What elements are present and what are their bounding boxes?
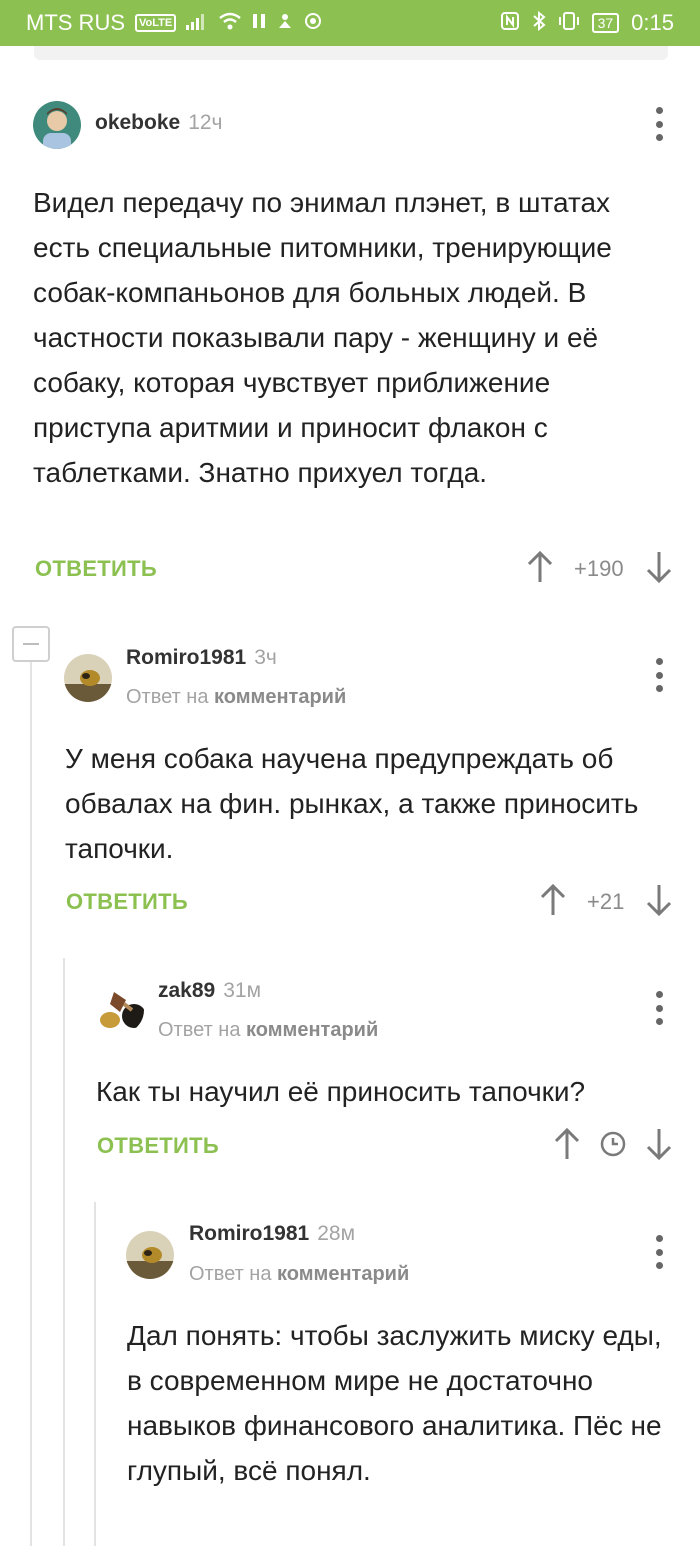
- reply-button[interactable]: ОТВЕТИТЬ: [97, 1133, 219, 1159]
- avatar[interactable]: [126, 1231, 174, 1279]
- comment-author[interactable]: zak89 31м: [158, 979, 261, 1003]
- reply-to-label: Ответ на комментарий: [126, 686, 347, 708]
- upvote-icon[interactable]: [554, 1127, 580, 1165]
- upvote-icon[interactable]: [527, 550, 553, 588]
- volte-badge: VoLTE: [135, 14, 177, 32]
- reply-button[interactable]: ОТВЕТИТЬ: [35, 556, 157, 582]
- notification-icon: [276, 12, 294, 35]
- reply-to-link[interactable]: комментарий: [246, 1019, 378, 1041]
- carrier-name: MTS RUS: [26, 10, 125, 35]
- collapse-thread-button[interactable]: [12, 626, 50, 662]
- comment-score: +21: [587, 889, 625, 914]
- comment-text: Дал понять: чтобы заслужить миску еды, в…: [127, 1320, 662, 1486]
- wifi-icon: [218, 12, 242, 35]
- comment-time: 3ч: [254, 646, 277, 669]
- comment-author[interactable]: Romiro1981 28м: [189, 1222, 355, 1246]
- downvote-icon[interactable]: [646, 551, 672, 588]
- thread-line: [94, 1202, 96, 1546]
- reply-to-label: Ответ на комментарий: [158, 1019, 379, 1041]
- comment-time: 31м: [223, 979, 262, 1002]
- more-options-icon[interactable]: [654, 1235, 664, 1269]
- reply-button[interactable]: ОТВЕТИТЬ: [66, 889, 188, 915]
- signal-icon: [186, 12, 208, 35]
- vibrate-icon: [558, 11, 580, 36]
- nfc-icon: [500, 11, 520, 36]
- avatar[interactable]: [33, 101, 81, 149]
- more-options-icon[interactable]: [654, 107, 664, 141]
- comment-time: 12ч: [188, 111, 223, 134]
- clock: 0:15: [631, 10, 674, 35]
- bluetooth-icon: [532, 10, 546, 36]
- comment-score: +190: [574, 556, 624, 581]
- clock-icon: [600, 1131, 626, 1162]
- reply-to-label: Ответ на комментарий: [189, 1263, 410, 1285]
- previous-card-edge: [34, 46, 668, 60]
- comment-text: Как ты научил её приносить тапочки?: [96, 1076, 586, 1107]
- comment-text: Видел передачу по энимал плэнет, в штата…: [33, 187, 612, 488]
- avatar[interactable]: [96, 986, 144, 1034]
- upvote-icon[interactable]: [540, 883, 566, 921]
- downvote-icon[interactable]: [646, 884, 672, 921]
- pause-icon: [252, 13, 266, 34]
- status-bar: MTS RUS VoLTE 37 0:15: [0, 0, 700, 46]
- reply-to-link[interactable]: комментарий: [277, 1263, 409, 1285]
- more-options-icon[interactable]: [654, 991, 664, 1025]
- sync-icon: [304, 12, 322, 35]
- thread-line: [63, 958, 65, 1546]
- comment-time: 28м: [317, 1222, 356, 1245]
- more-options-icon[interactable]: [654, 658, 664, 692]
- comment-text: У меня собака научена предупреждать об о…: [65, 743, 639, 864]
- comment-author[interactable]: okeboke 12ч: [95, 111, 223, 135]
- downvote-icon[interactable]: [646, 1128, 672, 1165]
- battery-indicator: 37: [591, 13, 620, 33]
- thread-line: [30, 662, 32, 1546]
- reply-to-link[interactable]: комментарий: [214, 686, 346, 708]
- comment-author[interactable]: Romiro1981 3ч: [126, 646, 277, 670]
- avatar[interactable]: [64, 654, 112, 702]
